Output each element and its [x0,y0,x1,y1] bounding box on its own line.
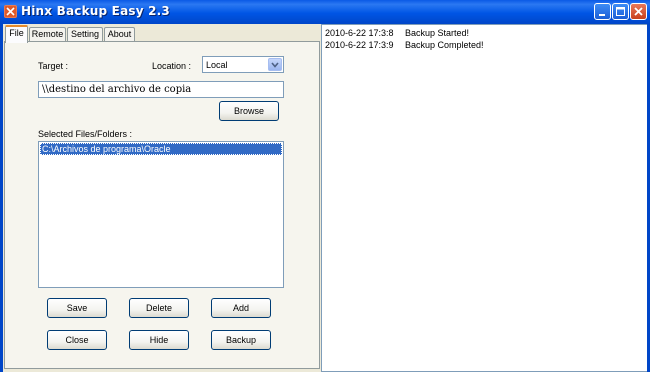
hide-button[interactable]: Hide [129,330,189,350]
selected-files-list[interactable]: C:\Archivos de programa\Oracle [38,141,284,288]
location-value: Local [206,60,228,70]
close-button[interactable]: Close [47,330,107,350]
add-button[interactable]: Add [211,298,271,318]
minimize-icon [599,14,605,16]
backup-button[interactable]: Backup [211,330,271,350]
maximize-button[interactable] [612,3,629,20]
log-timestamp: 2010-6-22 17:3:8 [325,28,394,38]
left-panel: File Remote Setting About Target : Locat… [0,24,321,372]
log-panel[interactable]: 2010-6-22 17:3:8 Backup Started! 2010-6-2… [321,24,647,372]
log-timestamp: 2010-6-22 17:3:9 [325,40,394,50]
log-message: Backup Started! [405,28,470,38]
selected-files-label: Selected Files/Folders : [38,129,133,139]
tab-setting[interactable]: Setting [67,27,103,42]
save-button[interactable]: Save [47,298,107,318]
tab-about[interactable]: About [104,27,135,42]
close-icon [634,7,643,16]
minimize-button[interactable] [594,3,611,20]
list-item[interactable]: C:\Archivos de programa\Oracle [40,143,282,155]
hinx-logo-icon [4,5,17,18]
log-message: Backup Completed! [405,40,484,50]
log-entry: 2010-6-22 17:3:9 Backup Completed! [325,40,484,50]
log-entry: 2010-6-22 17:3:8 Backup Started! [325,28,469,38]
location-label: Location : [152,61,192,71]
close-window-button[interactable] [630,3,647,20]
location-select[interactable]: Local [202,56,284,73]
browse-button[interactable]: Browse [219,101,279,121]
tab-remote[interactable]: Remote [29,27,66,42]
target-path-value: \\destino del archivo de copia [42,84,192,95]
tab-file[interactable]: File [5,25,28,43]
delete-button[interactable]: Delete [129,298,189,318]
target-label: Target : [38,61,69,71]
chevron-down-icon[interactable] [268,58,282,71]
file-tab-page: Target : Location : Local \\destino del … [4,41,320,369]
maximize-icon [616,7,625,16]
window-title: Hinx Backup Easy 2.3 [21,4,170,18]
title-bar[interactable]: Hinx Backup Easy 2.3 [0,0,650,24]
target-path-input[interactable]: \\destino del archivo de copia [38,81,284,98]
